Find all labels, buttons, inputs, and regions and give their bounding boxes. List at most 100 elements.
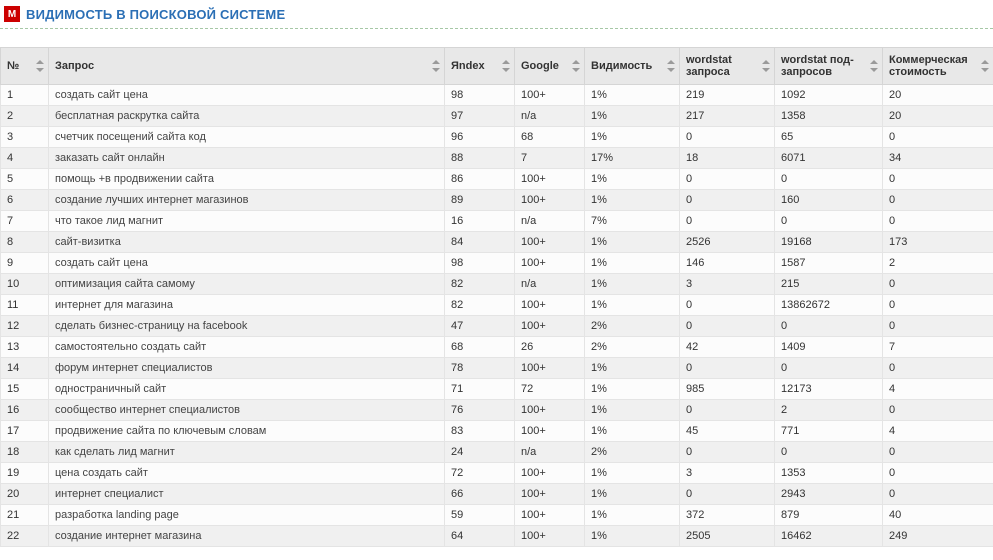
cell-wordstat-sub: 879 <box>775 505 883 526</box>
table-row[interactable]: 18как сделать лид магнит24n/a2%000 <box>1 442 993 463</box>
cell-yandex: 98 <box>445 85 515 106</box>
table-row[interactable]: 16сообщество интернет специалистов76100+… <box>1 400 993 421</box>
table-row[interactable]: 7что такое лид магнит16n/a7%000 <box>1 211 993 232</box>
col-query[interactable]: Запрос <box>49 48 445 85</box>
table-row[interactable]: 5помощь +в продвижении сайта86100+1%000 <box>1 169 993 190</box>
sort-icon[interactable] <box>502 60 510 72</box>
table-row[interactable]: 4заказать сайт онлайн88717%18607134 <box>1 148 993 169</box>
cell-commercial: 34 <box>883 148 993 169</box>
col-yandex-label: Яndex <box>451 60 485 72</box>
cell-wordstat-sub: 19168 <box>775 232 883 253</box>
cell-wordstat-sub: 65 <box>775 127 883 148</box>
col-wordstat-q[interactable]: wordstat запроса <box>680 48 775 85</box>
cell-google: 100+ <box>515 295 585 316</box>
cell-google: 100+ <box>515 421 585 442</box>
table-row[interactable]: 14форум интернет специалистов78100+1%000 <box>1 358 993 379</box>
visibility-table: № Запрос Яndex Google Видимость wordstat… <box>0 47 993 547</box>
table-row[interactable]: 10оптимизация сайта самому82n/a1%32150 <box>1 274 993 295</box>
cell-visibility: 1% <box>585 505 680 526</box>
sort-icon[interactable] <box>572 60 580 72</box>
cell-wordstat-q: 18 <box>680 148 775 169</box>
cell-visibility: 1% <box>585 526 680 547</box>
cell-google: 100+ <box>515 484 585 505</box>
cell-commercial: 0 <box>883 484 993 505</box>
table-row[interactable]: 19цена создать сайт72100+1%313530 <box>1 463 993 484</box>
cell-google: n/a <box>515 211 585 232</box>
cell-wordstat-sub: 0 <box>775 316 883 337</box>
cell-google: 100+ <box>515 505 585 526</box>
cell-commercial: 0 <box>883 274 993 295</box>
cell-wordstat-q: 372 <box>680 505 775 526</box>
cell-query: создать сайт цена <box>49 253 445 274</box>
cell-commercial: 0 <box>883 316 993 337</box>
table-body: 1создать сайт цена98100+1%2191092202бесп… <box>1 85 993 547</box>
cell-commercial: 4 <box>883 379 993 400</box>
cell-commercial: 0 <box>883 169 993 190</box>
cell-wordstat-q: 0 <box>680 190 775 211</box>
table-row[interactable]: 9создать сайт цена98100+1%14615872 <box>1 253 993 274</box>
sort-icon[interactable] <box>981 60 989 72</box>
table-row[interactable]: 3счетчик посещений сайта код96681%0650 <box>1 127 993 148</box>
col-yandex[interactable]: Яndex <box>445 48 515 85</box>
cell-num: 15 <box>1 379 49 400</box>
page-title: ВИДИМОСТЬ В ПОИСКОВОЙ СИСТЕМЕ <box>26 7 285 22</box>
cell-wordstat-q: 2505 <box>680 526 775 547</box>
cell-visibility: 1% <box>585 274 680 295</box>
cell-commercial: 0 <box>883 190 993 211</box>
cell-query: счетчик посещений сайта код <box>49 127 445 148</box>
cell-query: интернет для магазина <box>49 295 445 316</box>
table-row[interactable]: 11интернет для магазина82100+1%013862672… <box>1 295 993 316</box>
col-wordstat-sub[interactable]: wordstat под-запросов <box>775 48 883 85</box>
cell-wordstat-q: 0 <box>680 316 775 337</box>
cell-visibility: 1% <box>585 85 680 106</box>
cell-yandex: 82 <box>445 295 515 316</box>
cell-wordstat-q: 146 <box>680 253 775 274</box>
col-commercial[interactable]: Коммерческая стоимость <box>883 48 993 85</box>
cell-query: заказать сайт онлайн <box>49 148 445 169</box>
divider <box>0 28 993 29</box>
table-row[interactable]: 20интернет специалист66100+1%029430 <box>1 484 993 505</box>
table-row[interactable]: 22создание интернет магазина64100+1%2505… <box>1 526 993 547</box>
cell-query: разработка landing page <box>49 505 445 526</box>
table-row[interactable]: 13самостоятельно создать сайт68262%42140… <box>1 337 993 358</box>
cell-google: 100+ <box>515 85 585 106</box>
cell-commercial: 173 <box>883 232 993 253</box>
table-row[interactable]: 15одностраничный сайт71721%985121734 <box>1 379 993 400</box>
cell-yandex: 83 <box>445 421 515 442</box>
cell-commercial: 0 <box>883 211 993 232</box>
cell-visibility: 7% <box>585 211 680 232</box>
cell-google: 100+ <box>515 400 585 421</box>
cell-google: n/a <box>515 274 585 295</box>
cell-google: 100+ <box>515 253 585 274</box>
table-row[interactable]: 6создание лучших интернет магазинов89100… <box>1 190 993 211</box>
sort-icon[interactable] <box>667 60 675 72</box>
cell-google: n/a <box>515 442 585 463</box>
cell-wordstat-q: 217 <box>680 106 775 127</box>
cell-num: 10 <box>1 274 49 295</box>
sort-icon[interactable] <box>870 60 878 72</box>
table-row[interactable]: 2бесплатная раскрутка сайта97n/a1%217135… <box>1 106 993 127</box>
cell-wordstat-q: 0 <box>680 484 775 505</box>
cell-visibility: 2% <box>585 442 680 463</box>
col-visibility[interactable]: Видимость <box>585 48 680 85</box>
cell-wordstat-sub: 771 <box>775 421 883 442</box>
cell-visibility: 1% <box>585 169 680 190</box>
cell-visibility: 1% <box>585 232 680 253</box>
col-google[interactable]: Google <box>515 48 585 85</box>
table-row[interactable]: 21разработка landing page59100+1%3728794… <box>1 505 993 526</box>
cell-query: самостоятельно создать сайт <box>49 337 445 358</box>
col-visibility-label: Видимость <box>591 60 652 72</box>
table-row[interactable]: 1создать сайт цена98100+1%219109220 <box>1 85 993 106</box>
cell-commercial: 0 <box>883 127 993 148</box>
sort-icon[interactable] <box>432 60 440 72</box>
table-row[interactable]: 17продвижение сайта по ключевым словам83… <box>1 421 993 442</box>
col-num[interactable]: № <box>1 48 49 85</box>
cell-commercial: 0 <box>883 442 993 463</box>
sort-icon[interactable] <box>36 60 44 72</box>
col-commercial-label: Коммерческая стоимость <box>889 54 968 78</box>
sort-icon[interactable] <box>762 60 770 72</box>
table-row[interactable]: 12сделать бизнес-страницу на facebook471… <box>1 316 993 337</box>
table-row[interactable]: 8сайт-визитка84100+1%252619168173 <box>1 232 993 253</box>
cell-yandex: 76 <box>445 400 515 421</box>
cell-yandex: 78 <box>445 358 515 379</box>
